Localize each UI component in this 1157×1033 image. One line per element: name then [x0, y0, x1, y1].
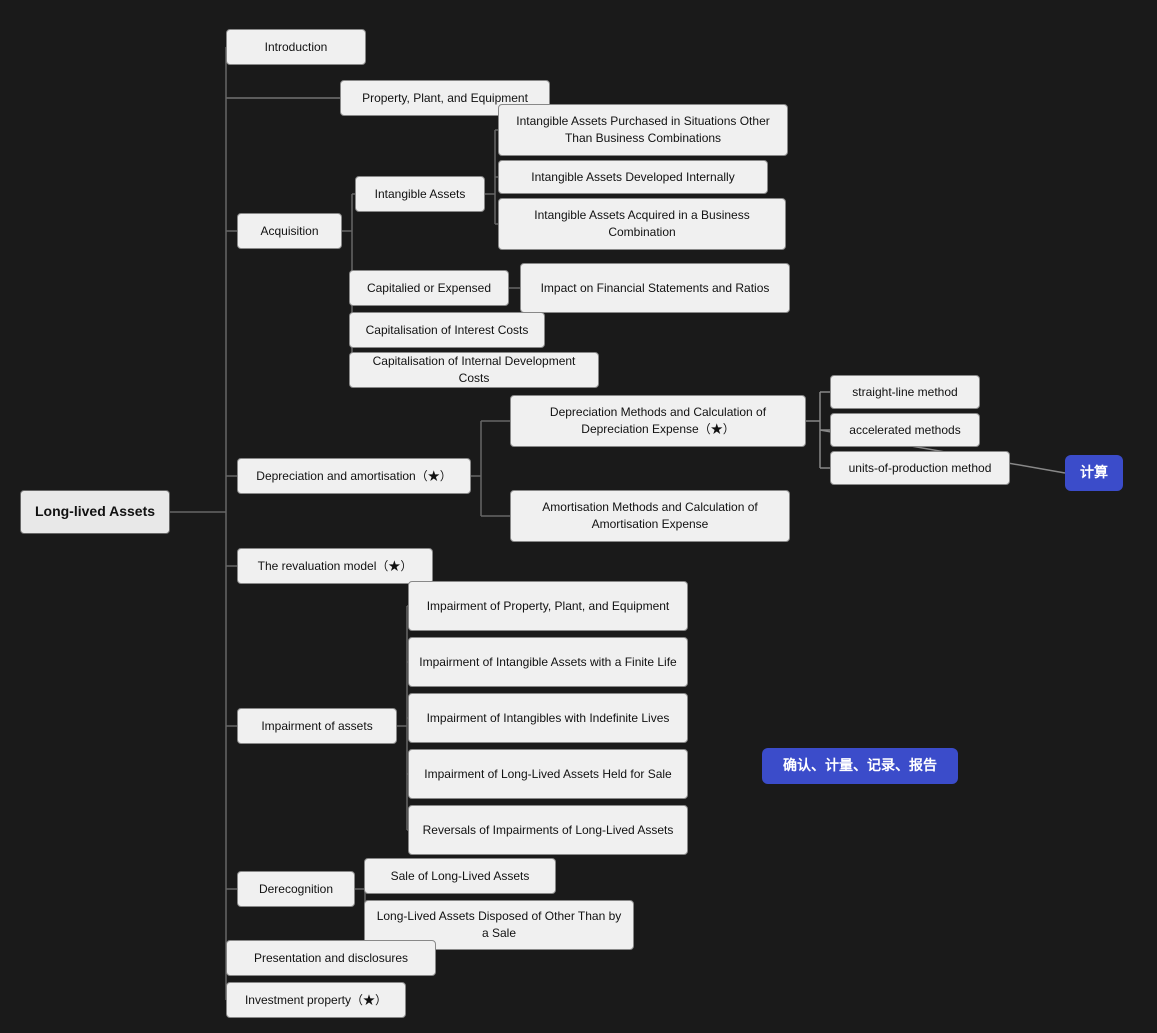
investment-node: Investment property（★） — [226, 982, 406, 1018]
introduction-node: Introduction — [226, 29, 366, 65]
ia-acquired-node: Intangible Assets Acquired in a Business… — [498, 198, 786, 250]
presentation-node: Presentation and disclosures — [226, 940, 436, 976]
amortisation-methods-node: Amortisation Methods and Calculation of … — [510, 490, 790, 542]
acquisition-node: Acquisition — [237, 213, 342, 249]
impairment-indefinite-node: Impairment of Intangibles with Indefinit… — [408, 693, 688, 743]
depreciation-methods-node: Depreciation Methods and Calculation of … — [510, 395, 806, 447]
accelerated-node: accelerated methods — [830, 413, 980, 447]
reversals-node: Reversals of Impairments of Long-Lived A… — [408, 805, 688, 855]
impairment-ppe-node: Impairment of Property, Plant, and Equip… — [408, 581, 688, 631]
straight-line-node: straight-line method — [830, 375, 980, 409]
impact-financial-node: Impact on Financial Statements and Ratio… — [520, 263, 790, 313]
depreciation-amortisation-node: Depreciation and amortisation（★） — [237, 458, 471, 494]
capitalisation-internal-node: Capitalisation of Internal Development C… — [349, 352, 599, 388]
queren-node: 确认、计量、记录、报告 — [762, 748, 958, 784]
capitalisation-interest-node: Capitalisation of Interest Costs — [349, 312, 545, 348]
sale-longlived-node: Sale of Long-Lived Assets — [364, 858, 556, 894]
revaluation-node: The revaluation model（★） — [237, 548, 433, 584]
derecognition-node: Derecognition — [237, 871, 355, 907]
root-node: Long-lived Assets — [20, 490, 170, 534]
ia-developed-node: Intangible Assets Developed Internally — [498, 160, 768, 194]
intangible-assets-node: Intangible Assets — [355, 176, 485, 212]
impairment-assets-node: Impairment of assets — [237, 708, 397, 744]
units-production-node: units-of-production method — [830, 451, 1010, 485]
impairment-held-sale-node: Impairment of Long-Lived Assets Held for… — [408, 749, 688, 799]
capitalised-expensed-node: Capitalied or Expensed — [349, 270, 509, 306]
mind-map: Long-lived AssetsIntroductionProperty, P… — [0, 0, 1157, 1033]
impairment-finite-node: Impairment of Intangible Assets with a F… — [408, 637, 688, 687]
ia-purchased-node: Intangible Assets Purchased in Situation… — [498, 104, 788, 156]
jisuan-node: 计算 — [1065, 455, 1123, 491]
